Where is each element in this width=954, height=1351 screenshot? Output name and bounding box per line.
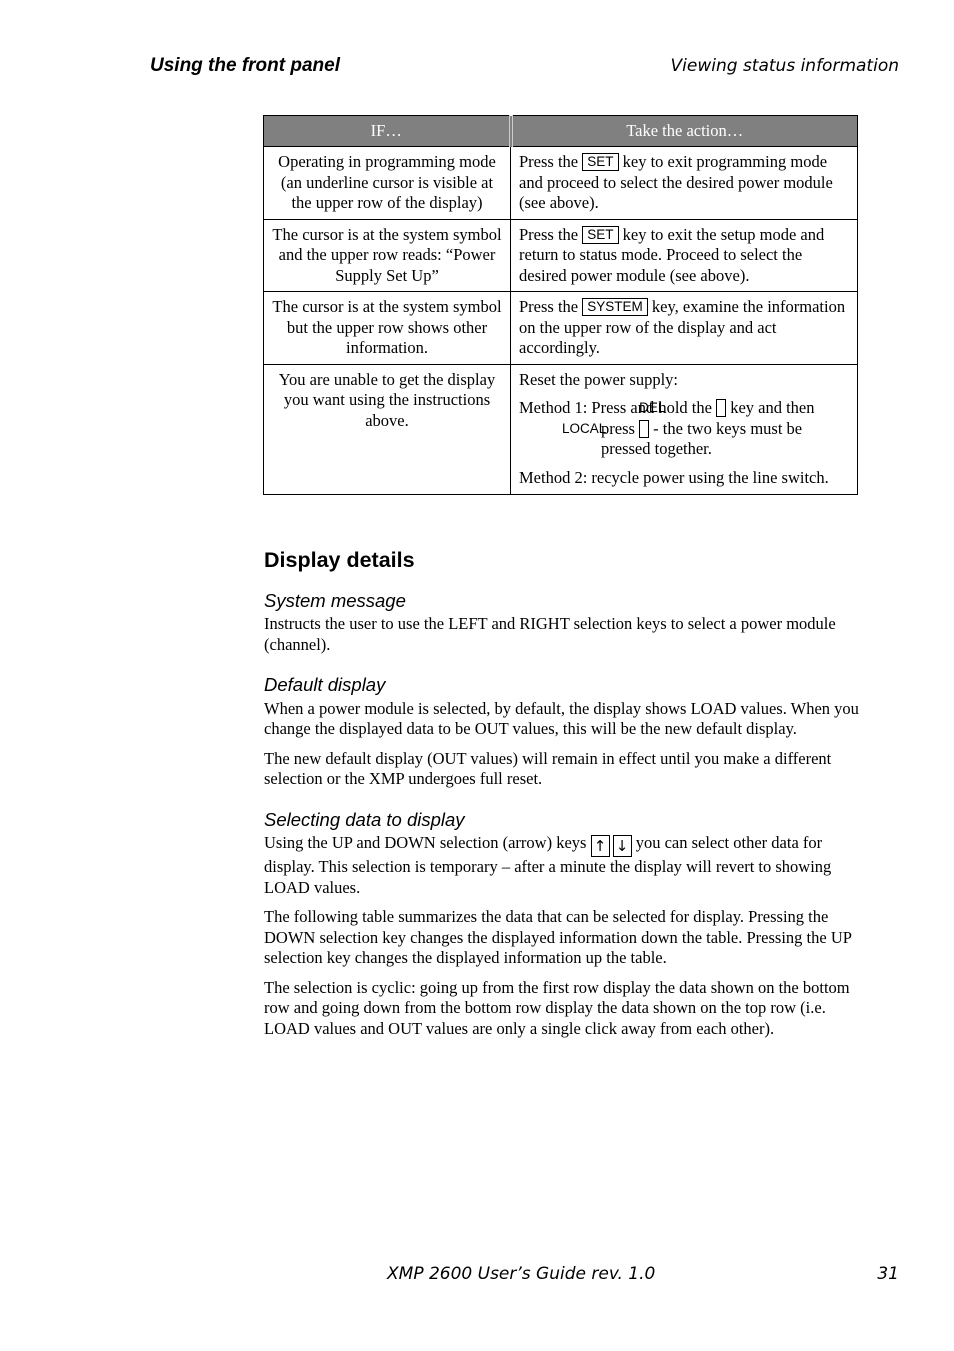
method-1: Method 1: Press and hold the DEL key and… xyxy=(519,398,849,460)
action-text: Press the xyxy=(519,297,579,316)
del-key: DEL xyxy=(639,399,727,417)
table-row: You are unable to get the display you wa… xyxy=(263,363,858,495)
set-key: SET xyxy=(582,153,619,171)
chapter-header: Using the front panel xyxy=(150,55,340,76)
page-number: 31 xyxy=(877,1264,899,1284)
table-header-row: IF… Take the action… xyxy=(263,115,858,147)
section-header: Viewing status information xyxy=(670,56,899,76)
method-2: Method 2: recycle power using the line s… xyxy=(519,467,829,487)
footer-title: XMP 2600 User’s Guide rev. 1.0 xyxy=(387,1264,656,1284)
paragraph: The new default display (OUT values) wil… xyxy=(264,748,832,789)
paragraph: When a power module is selected, by defa… xyxy=(264,698,859,739)
display-details-section: Display details System message Instructs… xyxy=(264,550,864,1048)
subheading-system-message: System message xyxy=(264,589,406,611)
condition-cell: Operating in programming mode (an underl… xyxy=(263,146,511,220)
action-cell: Press the SET key to exit the setup mode… xyxy=(510,218,858,292)
action-cell: Press the SYSTEM key, examine the inform… xyxy=(510,291,858,365)
action-cell: Press the SET key to exit programming mo… xyxy=(510,146,858,220)
set-key: SET xyxy=(582,225,619,244)
system-key: SYSTEM xyxy=(582,298,648,316)
action-cell: Reset the power supply: Method 1: Press … xyxy=(510,363,858,495)
troubleshooting-table: IF… Take the action… Operating in progra… xyxy=(263,115,858,495)
up-arrow-icon: ↑ xyxy=(590,835,610,857)
paragraph-text: Using the UP and DOWN selection (arrow) … xyxy=(264,833,587,852)
table-row: The cursor is at the system symbol and t… xyxy=(263,218,858,292)
paragraph: Instructs the user to use the LEFT and R… xyxy=(264,614,836,654)
paragraph: The selection is cyclic: going up from t… xyxy=(264,977,850,1038)
condition-cell: You are unable to get the display you wa… xyxy=(263,363,511,495)
paragraph: Using the UP and DOWN selection (arrow) … xyxy=(264,833,864,898)
section-title: Display details xyxy=(264,548,415,572)
action-text: Press the xyxy=(519,224,579,244)
reset-intro: Reset the power supply: xyxy=(519,369,679,389)
method-text: Method 1: Press and hold the xyxy=(519,398,712,417)
table-row: The cursor is at the system symbol but t… xyxy=(263,291,858,365)
column-header-if: IF… xyxy=(263,115,513,147)
subheading-selecting-data: Selecting data to display xyxy=(264,808,465,830)
local-key: LOCAL xyxy=(562,419,650,438)
table-row: Operating in programming mode (an underl… xyxy=(263,146,858,220)
subheading-default-display: Default display xyxy=(264,674,386,695)
paragraph: The following table summarizes the data … xyxy=(264,907,852,967)
condition-cell: The cursor is at the system symbol but t… xyxy=(263,291,511,365)
column-header-action: Take the action… xyxy=(510,115,858,147)
action-text: Press the xyxy=(519,152,579,171)
condition-cell: The cursor is at the system symbol and t… xyxy=(263,218,511,292)
down-arrow-icon: ↓ xyxy=(612,835,632,857)
